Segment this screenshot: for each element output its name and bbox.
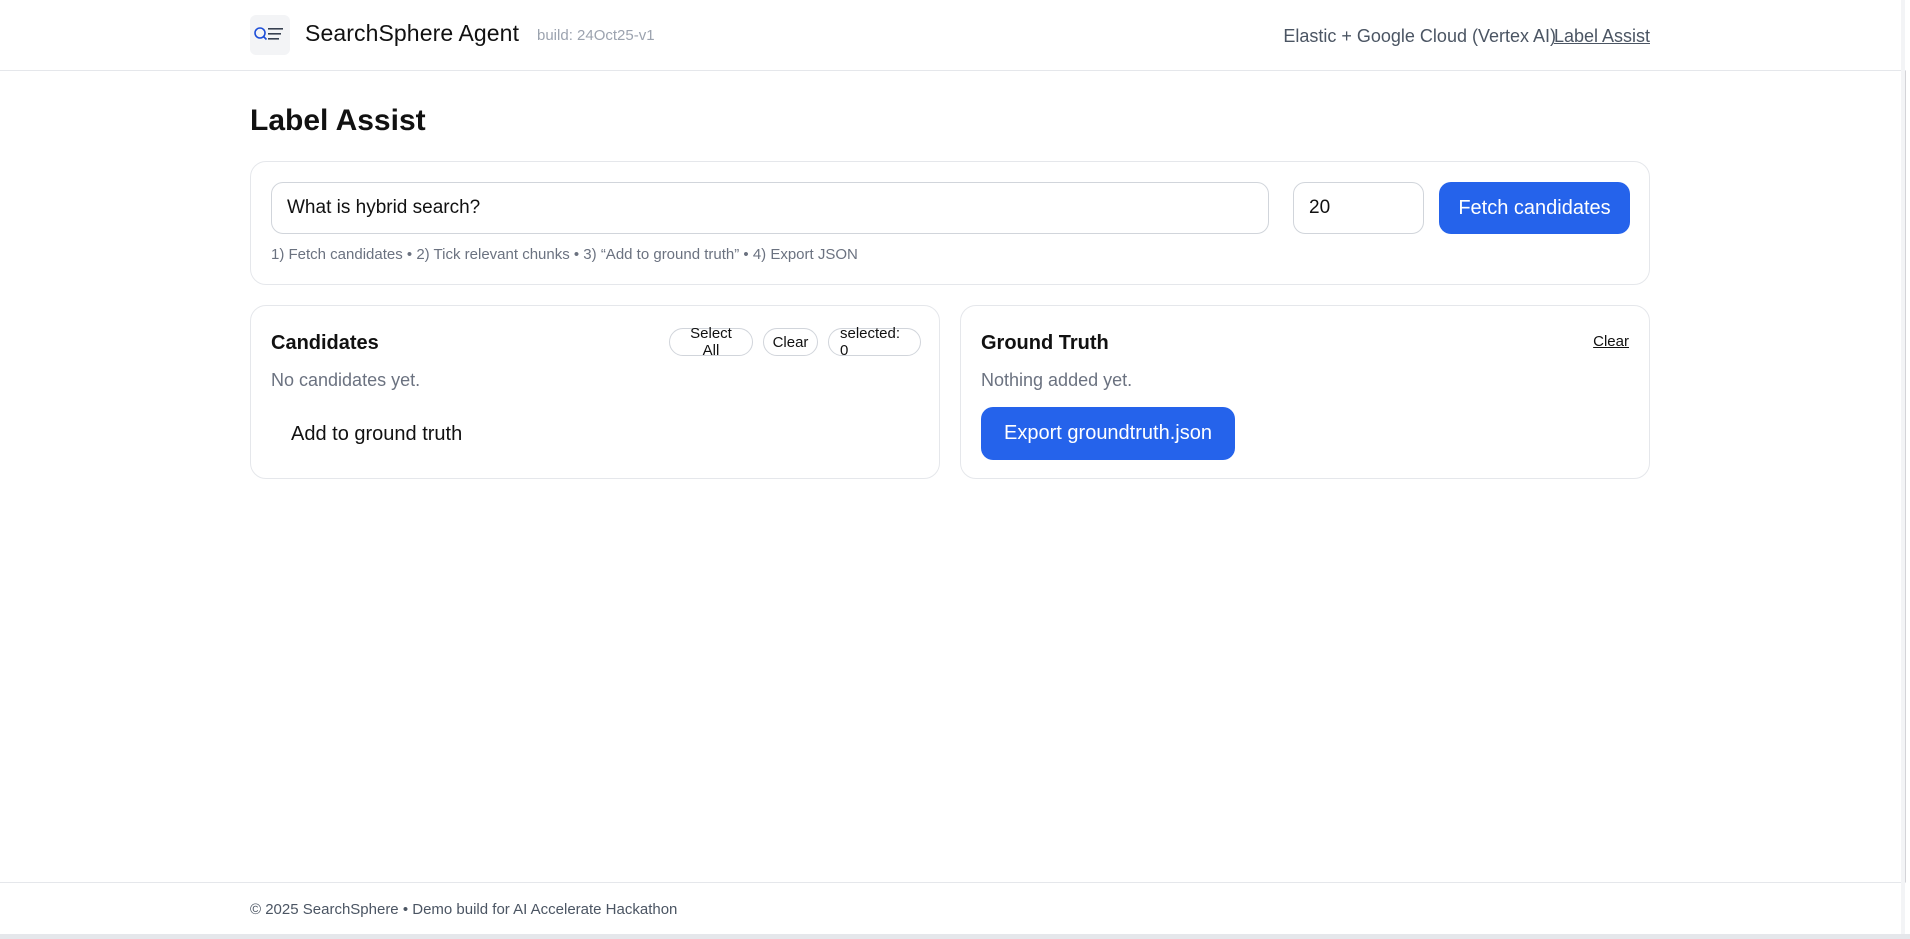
footer-text: © 2025 SearchSphere • Demo build for AI … — [250, 901, 678, 918]
add-to-ground-truth-button[interactable]: Add to ground truth — [271, 408, 471, 460]
ground-truth-title: Ground Truth — [981, 332, 1109, 354]
searchsphere-logo-icon — [250, 15, 290, 55]
app-header: SearchSphere Agent build: 24Oct25-v1 Ela… — [0, 0, 1906, 71]
clear-ground-truth-link[interactable]: Clear — [1593, 333, 1629, 350]
query-card: Fetch candidates 1) Fetch candidates • 2… — [250, 161, 1650, 285]
candidates-card: Candidates Select All Clear selected: 0 … — [250, 305, 940, 479]
export-groundtruth-button[interactable]: Export groundtruth.json — [981, 407, 1235, 460]
select-all-button[interactable]: Select All — [669, 325, 753, 359]
ground-truth-empty-text: Nothing added yet. — [981, 370, 1133, 390]
query-input[interactable] — [271, 182, 1269, 234]
page: SearchSphere Agent build: 24Oct25-v1 Ela… — [0, 0, 1906, 939]
top-k-input[interactable] — [1293, 182, 1424, 234]
stack-text: Elastic + Google Cloud (Vertex AI) — [1283, 26, 1556, 46]
app-footer: © 2025 SearchSphere • Demo build for AI … — [0, 882, 1906, 934]
page-title: Label Assist — [250, 104, 426, 137]
candidates-empty-text: No candidates yet. — [271, 370, 421, 390]
help-text: 1) Fetch candidates • 2) Tick relevant c… — [271, 246, 858, 263]
brand-title: SearchSphere Agent — [305, 20, 520, 46]
clear-candidates-button[interactable]: Clear — [763, 328, 818, 356]
selected-count-badge: selected: 0 — [828, 325, 921, 359]
window-bottom-edge — [0, 934, 1910, 939]
ground-truth-card: Ground Truth Clear Nothing added yet. Ex… — [960, 305, 1650, 479]
fetch-candidates-button[interactable]: Fetch candidates — [1439, 182, 1630, 234]
scrollbar-track[interactable] — [1901, 0, 1905, 939]
candidates-title: Candidates — [271, 332, 379, 354]
nav-link-label-assist[interactable]: Label Assist — [1554, 26, 1650, 47]
build-tag: build: 24Oct25-v1 — [537, 27, 655, 44]
